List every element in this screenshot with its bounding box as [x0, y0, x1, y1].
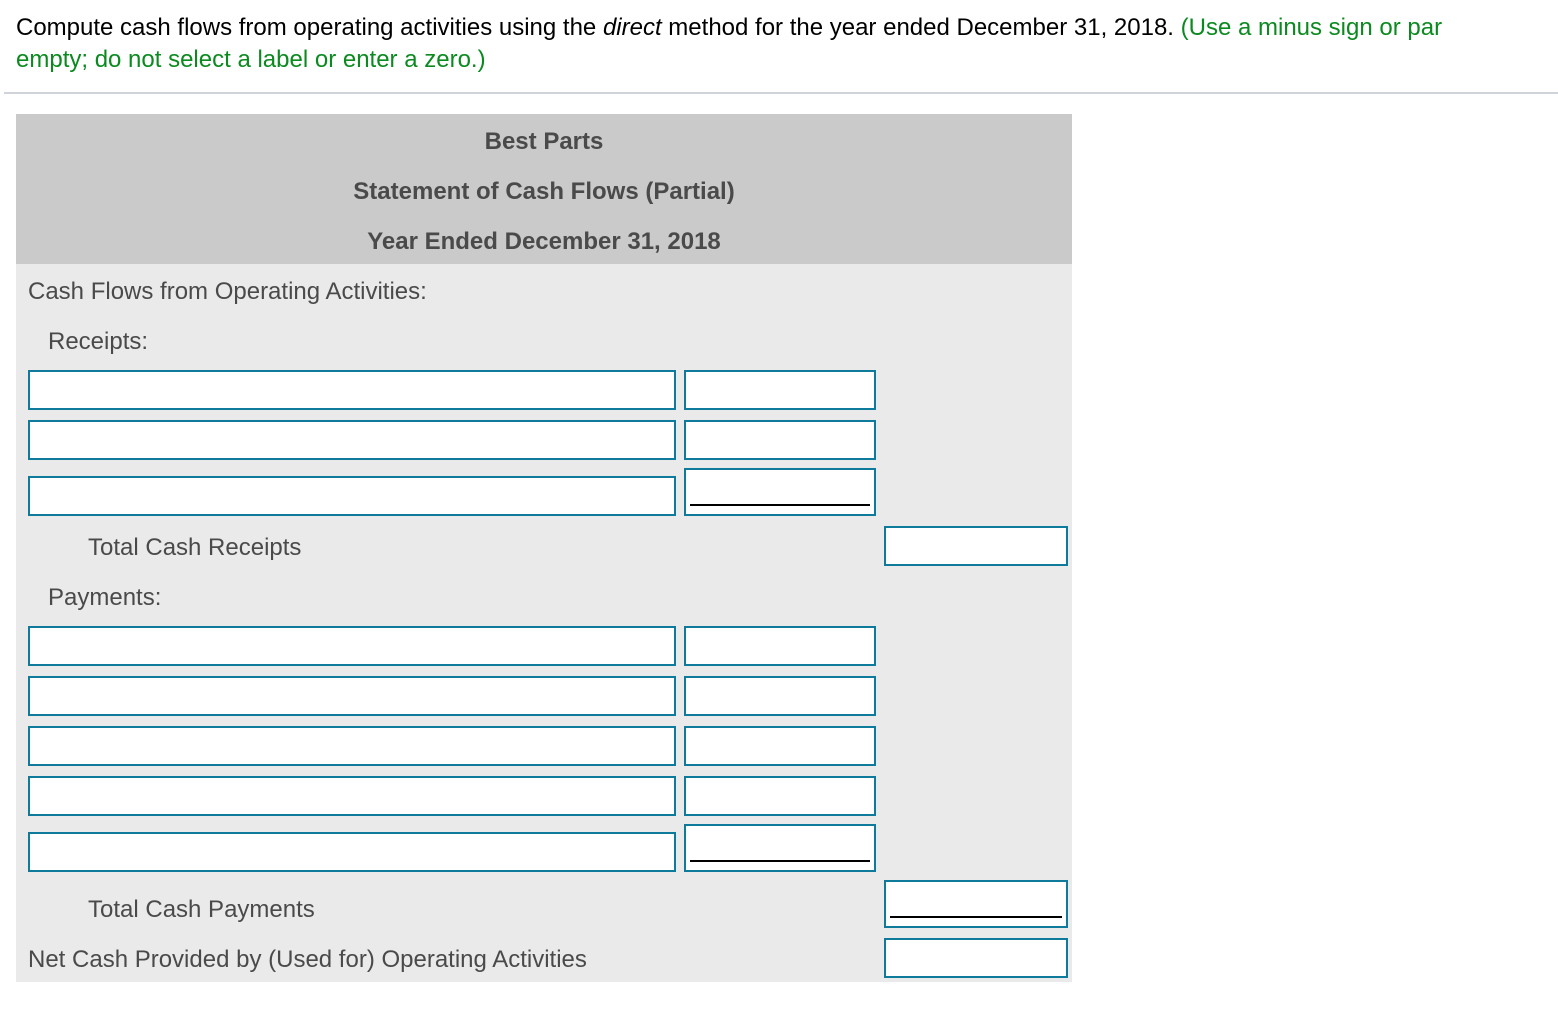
payment-amount-input[interactable] — [684, 776, 876, 816]
cash-flow-statement: Best Parts Statement of Cash Flows (Part… — [16, 114, 1072, 982]
payment-amount-input[interactable] — [684, 726, 876, 766]
instructions-part2: method for the year ended December 31, 2… — [661, 14, 1181, 41]
receipt-amount-input[interactable] — [684, 370, 876, 410]
statement-header: Best Parts Statement of Cash Flows (Part… — [16, 114, 1072, 264]
instructions-text: Compute cash flows from operating activi… — [16, 12, 1558, 44]
divider — [4, 92, 1558, 94]
total-underline — [890, 916, 1062, 918]
total-payments-label: Total Cash Payments — [88, 896, 315, 923]
receipt-amount-input[interactable] — [684, 468, 876, 516]
payment-description-input[interactable] — [28, 726, 676, 766]
net-cash-label: Net Cash Provided by (Used for) Operatin… — [28, 946, 587, 973]
receipt-amount-input[interactable] — [684, 420, 876, 460]
payments-label: Payments: — [48, 584, 162, 611]
payment-amount-input[interactable] — [684, 676, 876, 716]
receipt-description-input[interactable] — [28, 476, 676, 516]
net-cash-input[interactable] — [884, 938, 1068, 978]
payment-description-input[interactable] — [28, 676, 676, 716]
receipts-label: Receipts: — [48, 328, 149, 355]
payment-description-input[interactable] — [28, 776, 676, 816]
payment-description-input[interactable] — [28, 626, 676, 666]
instructions-part1: Compute cash flows from operating activi… — [16, 14, 603, 41]
instructions-hint-line2: empty; do not select a label or enter a … — [16, 46, 486, 73]
company-name: Best Parts — [484, 128, 604, 155]
receipt-description-input[interactable] — [28, 420, 676, 460]
payment-description-input[interactable] — [28, 832, 676, 872]
section-heading: Cash Flows from Operating Activities: — [28, 278, 427, 305]
payment-amount-input[interactable] — [684, 626, 876, 666]
receipt-description-input[interactable] — [28, 370, 676, 410]
total-receipts-input[interactable] — [884, 526, 1068, 566]
payment-amount-input[interactable] — [684, 824, 876, 872]
subtotal-underline — [690, 504, 870, 506]
instructions-hint: (Use a minus sign or par — [1180, 14, 1443, 41]
statement-title: Statement of Cash Flows (Partial) — [353, 178, 735, 205]
statement-period: Year Ended December 31, 2018 — [367, 228, 721, 255]
total-receipts-label: Total Cash Receipts — [88, 534, 302, 561]
instructions-emphasis: direct — [602, 14, 662, 41]
total-payments-input[interactable] — [884, 880, 1068, 928]
subtotal-underline — [690, 860, 870, 862]
